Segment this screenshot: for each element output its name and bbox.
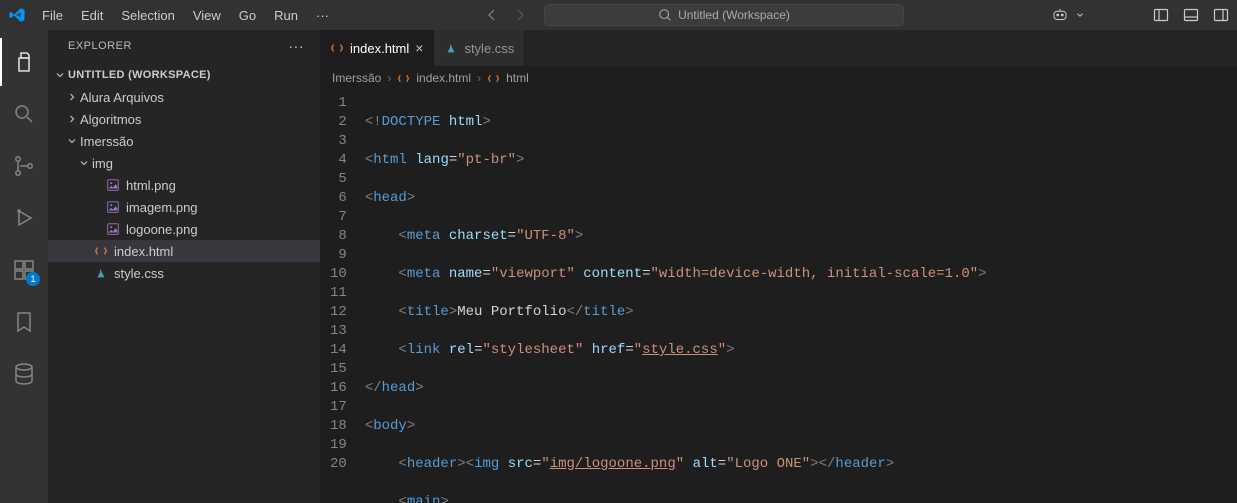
chevron-right-icon xyxy=(64,91,80,103)
code-editor[interactable]: 1234567891011121314151617181920 <!DOCTYP… xyxy=(320,90,1237,503)
nav-back-icon[interactable] xyxy=(484,7,500,23)
activity-bar: 1 xyxy=(0,30,48,503)
line-gutter: 1234567891011121314151617181920 xyxy=(320,90,365,503)
command-center[interactable]: Untitled (Workspace) xyxy=(544,4,904,26)
chevron-right-icon: › xyxy=(477,71,481,85)
menu-file[interactable]: File xyxy=(34,4,71,27)
menu-edit[interactable]: Edit xyxy=(73,4,111,27)
menu-go[interactable]: Go xyxy=(231,4,264,27)
image-file-icon xyxy=(104,200,122,214)
menu-more[interactable]: ··· xyxy=(308,4,337,27)
tree-label: index.html xyxy=(114,244,173,259)
title-right-controls xyxy=(1051,6,1229,24)
css-file-icon xyxy=(92,266,110,280)
tree-file-logoone-png[interactable]: logoone.png xyxy=(48,218,320,240)
tree-folder-algoritmos[interactable]: Algoritmos xyxy=(48,108,320,130)
breadcrumb[interactable]: Imerssão › index.html › html xyxy=(320,66,1237,90)
menu-view[interactable]: View xyxy=(185,4,229,27)
editor-area: index.html × style.css Imerssão › index.… xyxy=(320,30,1237,503)
tree-label: Alura Arquivos xyxy=(80,90,164,105)
tree-label: logoone.png xyxy=(126,222,198,237)
chevron-down-icon xyxy=(76,157,92,169)
image-file-icon xyxy=(104,178,122,192)
activity-run-debug[interactable] xyxy=(0,194,48,242)
search-icon xyxy=(658,8,672,22)
tree-file-index-html[interactable]: index.html xyxy=(48,240,320,262)
tree-label: html.png xyxy=(126,178,176,193)
activity-extensions[interactable]: 1 xyxy=(0,246,48,294)
layout-bottom-icon[interactable] xyxy=(1183,7,1199,23)
nav-controls xyxy=(484,7,528,23)
tree-file-style-css[interactable]: style.css xyxy=(48,262,320,284)
activity-database[interactable] xyxy=(0,350,48,398)
sidebar-header: EXPLORER ··· xyxy=(48,30,320,62)
chevron-down-icon xyxy=(64,135,80,147)
tree-label: Imerssão xyxy=(80,134,133,149)
copilot-icon[interactable] xyxy=(1051,6,1069,24)
chevron-right-icon: › xyxy=(387,71,391,85)
menu-selection[interactable]: Selection xyxy=(113,4,182,27)
explorer-title: EXPLORER xyxy=(68,40,132,52)
explorer-more-icon[interactable]: ··· xyxy=(289,38,305,54)
tree-label: imagem.png xyxy=(126,200,198,215)
html-file-icon xyxy=(397,72,410,85)
tree-label: Algoritmos xyxy=(80,112,141,127)
close-icon[interactable]: × xyxy=(415,40,423,56)
html-file-icon xyxy=(330,41,344,55)
tab-index-html[interactable]: index.html × xyxy=(320,30,434,66)
breadcrumb-item[interactable]: html xyxy=(506,71,529,85)
tree-workspace-root[interactable]: UNTITLED (WORKSPACE) xyxy=(48,64,320,86)
tree-label: style.css xyxy=(114,266,164,281)
html-file-icon xyxy=(92,244,110,258)
activity-bookmark[interactable] xyxy=(0,298,48,346)
extensions-badge: 1 xyxy=(26,272,40,286)
tree-folder-imerssao[interactable]: Imerssão xyxy=(48,130,320,152)
tree-label: img xyxy=(92,156,113,171)
tab-label: index.html xyxy=(350,41,409,56)
layout-panel-icon[interactable] xyxy=(1153,7,1169,23)
tab-style-css[interactable]: style.css xyxy=(434,30,525,66)
menu-run[interactable]: Run xyxy=(266,4,306,27)
sidebar: EXPLORER ··· UNTITLED (WORKSPACE) Alura … xyxy=(48,30,320,503)
css-file-icon xyxy=(444,41,458,55)
activity-search[interactable] xyxy=(0,90,48,138)
vscode-logo-icon xyxy=(8,6,26,24)
tab-label: style.css xyxy=(464,41,514,56)
tree-folder-img[interactable]: img xyxy=(48,152,320,174)
file-tree: UNTITLED (WORKSPACE) Alura Arquivos Algo… xyxy=(48,62,320,286)
tree-folder-alura[interactable]: Alura Arquivos xyxy=(48,86,320,108)
breadcrumb-item[interactable]: index.html xyxy=(416,71,471,85)
activity-source-control[interactable] xyxy=(0,142,48,190)
editor-tabs: index.html × style.css xyxy=(320,30,1237,66)
menu-bar: File Edit Selection View Go Run ··· xyxy=(34,4,337,27)
command-center-text: Untitled (Workspace) xyxy=(678,8,790,22)
chevron-down-icon[interactable] xyxy=(1075,10,1085,20)
tree-file-html-png[interactable]: html.png xyxy=(48,174,320,196)
symbol-icon xyxy=(487,72,500,85)
tree-file-imagem-png[interactable]: imagem.png xyxy=(48,196,320,218)
activity-explorer[interactable] xyxy=(0,38,48,86)
chevron-right-icon xyxy=(64,113,80,125)
code-content[interactable]: <!DOCTYPE html> <html lang="pt-br"> <hea… xyxy=(365,90,1237,503)
breadcrumb-item[interactable]: Imerssão xyxy=(332,71,381,85)
workspace-label: UNTITLED (WORKSPACE) xyxy=(68,69,211,81)
image-file-icon xyxy=(104,222,122,236)
layout-right-icon[interactable] xyxy=(1213,7,1229,23)
chevron-down-icon xyxy=(52,69,68,81)
title-bar: File Edit Selection View Go Run ··· Unti… xyxy=(0,0,1237,30)
nav-forward-icon[interactable] xyxy=(512,7,528,23)
